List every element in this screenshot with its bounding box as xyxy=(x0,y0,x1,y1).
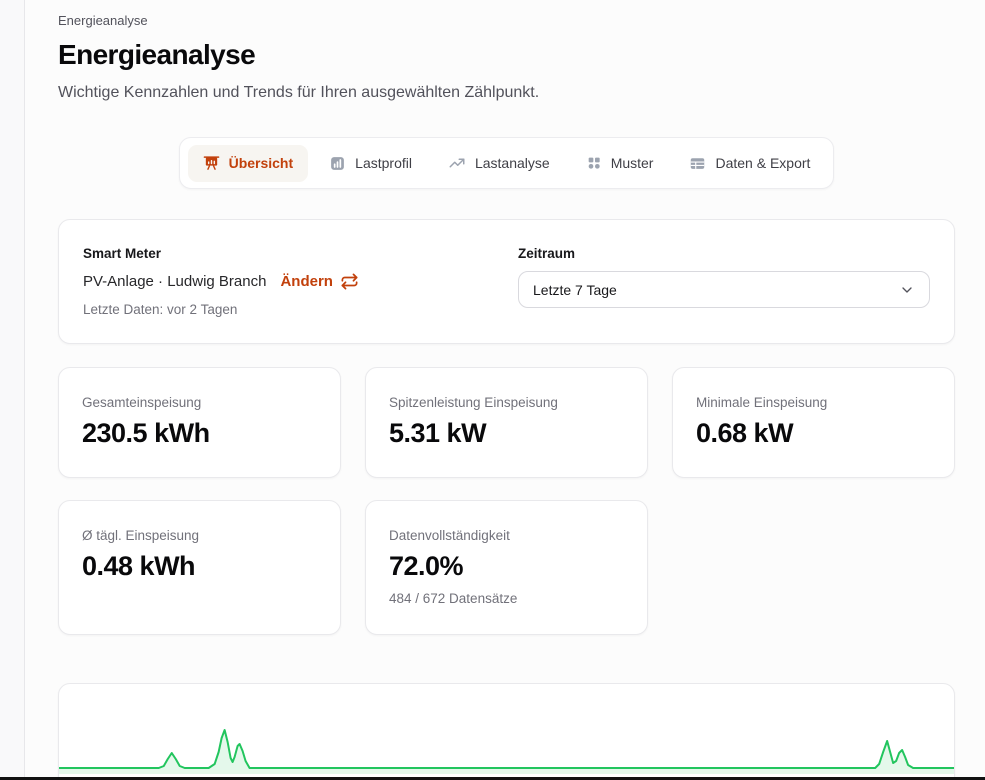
tab-uebersicht[interactable]: Übersicht xyxy=(188,145,309,182)
period-label: Zeitraum xyxy=(518,246,930,261)
feedin-chart xyxy=(59,684,954,774)
stat-value: 230.5 kWh xyxy=(82,418,317,449)
tab-label: Lastprofil xyxy=(355,155,412,171)
stat-sub: 484 / 672 Datensätze xyxy=(389,591,624,606)
last-data-text: Letzte Daten: vor 2 Tagen xyxy=(83,302,359,317)
collapsed-sidebar-rail xyxy=(0,0,25,780)
stat-value: 0.68 kW xyxy=(696,418,931,449)
trending-up-icon xyxy=(448,154,466,172)
tab-lastprofil[interactable]: Lastprofil xyxy=(314,145,427,182)
presentation-chart-icon xyxy=(203,155,220,172)
stat-label: Datenvollständigkeit xyxy=(389,528,624,543)
table-icon xyxy=(689,155,706,172)
period-value: Letzte 7 Tage xyxy=(533,282,617,298)
swap-arrows-icon xyxy=(340,272,359,291)
tab-muster[interactable]: Muster xyxy=(571,145,669,181)
stat-label: Ø tägl. Einspeisung xyxy=(82,528,317,543)
tab-label: Übersicht xyxy=(229,155,294,171)
main-content: Energieanalyse Energieanalyse Wichtige K… xyxy=(26,0,985,780)
stat-label: Gesamteinspeisung xyxy=(82,395,317,410)
meter-info: Smart Meter PV-Anlage · Ludwig Branch Än… xyxy=(83,246,359,317)
stat-value: 5.31 kW xyxy=(389,418,624,449)
tab-label: Lastanalyse xyxy=(475,155,550,171)
change-meter-label: Ändern xyxy=(280,273,333,290)
stat-card-minimale-einspeisung: Minimale Einspeisung 0.68 kW xyxy=(672,367,955,478)
grid-dots-icon xyxy=(586,155,602,171)
tabbar-wrap: Übersicht Lastprofil L xyxy=(58,137,955,189)
stat-card-datenvollstaendigkeit: Datenvollständigkeit 72.0% 484 / 672 Dat… xyxy=(365,500,648,635)
change-meter-link[interactable]: Ändern xyxy=(280,272,359,291)
page-subtitle: Wichtige Kennzahlen und Trends für Ihren… xyxy=(58,84,955,102)
period-select[interactable]: Letzte 7 Tage xyxy=(518,271,930,308)
stat-card-taegliche-einspeisung: Ø tägl. Einspeisung 0.48 kWh xyxy=(58,500,341,635)
stat-card-spitzenleistung: Spitzenleistung Einspeisung 5.31 kW xyxy=(365,367,648,478)
period-section: Zeitraum Letzte 7 Tage xyxy=(518,246,930,317)
tab-lastanalyse[interactable]: Lastanalyse xyxy=(433,144,565,182)
tab-label: Daten & Export xyxy=(715,155,810,171)
stats-grid: Gesamteinspeisung 230.5 kWh Spitzenleist… xyxy=(58,367,955,635)
stat-label: Spitzenleistung Einspeisung xyxy=(389,395,624,410)
tab-daten-export[interactable]: Daten & Export xyxy=(674,145,825,182)
stat-value: 72.0% xyxy=(389,551,624,582)
chevron-down-icon xyxy=(899,282,915,298)
bar-chart-icon xyxy=(329,155,346,172)
meter-section-label: Smart Meter xyxy=(83,246,359,261)
stat-card-gesamteinspeisung: Gesamteinspeisung 230.5 kWh xyxy=(58,367,341,478)
page-title: Energieanalyse xyxy=(58,39,955,71)
view-tabbar: Übersicht Lastprofil L xyxy=(179,137,835,189)
tab-label: Muster xyxy=(611,155,654,171)
breadcrumb[interactable]: Energieanalyse xyxy=(58,13,955,28)
stat-value: 0.48 kWh xyxy=(82,551,317,582)
stat-label: Minimale Einspeisung xyxy=(696,395,931,410)
meter-name: PV-Anlage · Ludwig Branch xyxy=(83,273,266,290)
feedin-chart-card xyxy=(58,683,955,780)
meter-period-card: Smart Meter PV-Anlage · Ludwig Branch Än… xyxy=(58,219,955,344)
